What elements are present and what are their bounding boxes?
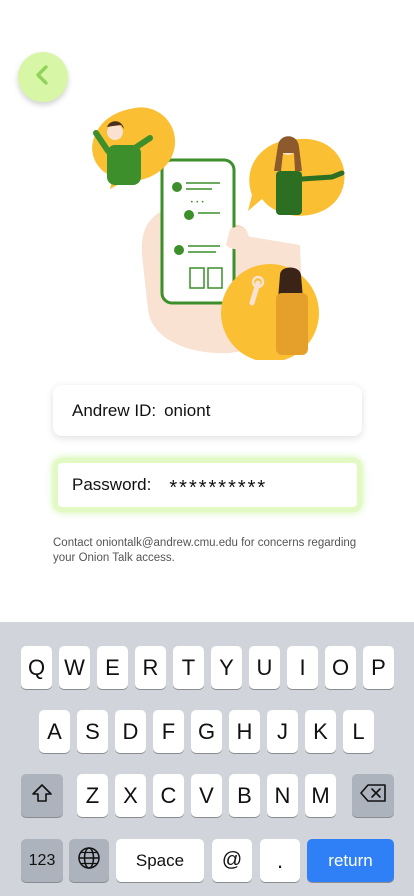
key-p[interactable]: P (363, 646, 394, 689)
key-f[interactable]: F (153, 710, 184, 753)
key-l[interactable]: L (343, 710, 374, 753)
svg-text:• • •: • • • (190, 199, 204, 206)
key-k[interactable]: K (305, 710, 336, 753)
key-b[interactable]: B (229, 774, 260, 817)
key-i[interactable]: I (287, 646, 318, 689)
back-button[interactable] (18, 52, 68, 102)
key-n[interactable]: N (267, 774, 298, 817)
backspace-icon (359, 783, 387, 809)
key-q[interactable]: Q (21, 646, 52, 689)
numbers-key[interactable]: 123 (21, 839, 63, 882)
key-r[interactable]: R (135, 646, 166, 689)
key-t[interactable]: T (173, 646, 204, 689)
key-w[interactable]: W (59, 646, 90, 689)
andrew-id-label: Andrew ID: (72, 400, 157, 420)
key-z[interactable]: Z (77, 774, 108, 817)
key-y[interactable]: Y (211, 646, 242, 689)
shift-key[interactable] (21, 774, 63, 817)
at-key[interactable]: @ (212, 839, 252, 882)
key-h[interactable]: H (229, 710, 260, 753)
andrew-id-field[interactable]: Andrew ID: oniont (53, 385, 362, 436)
chevron-left-icon (32, 64, 54, 91)
key-d[interactable]: D (115, 710, 146, 753)
key-c[interactable]: C (153, 774, 184, 817)
key-v[interactable]: V (191, 774, 222, 817)
key-s[interactable]: S (77, 710, 108, 753)
globe-key[interactable] (69, 839, 109, 882)
contact-text: Contact oniontalk@andrew.cmu.edu for con… (53, 537, 357, 564)
password-field[interactable]: Password: ********** (53, 458, 362, 512)
password-value: ********** (169, 477, 268, 499)
period-key[interactable]: . (260, 839, 300, 882)
key-j[interactable]: J (267, 710, 298, 753)
key-m[interactable]: M (305, 774, 336, 817)
shift-icon (31, 783, 53, 809)
andrew-id-value: oniont (164, 400, 211, 420)
space-key[interactable]: Space (116, 839, 204, 882)
key-u[interactable]: U (249, 646, 280, 689)
return-key[interactable]: return (307, 839, 394, 882)
key-o[interactable]: O (325, 646, 356, 689)
globe-icon (77, 846, 101, 876)
password-label: Password: (72, 475, 152, 494)
key-a[interactable]: A (39, 710, 70, 753)
key-e[interactable]: E (97, 646, 128, 689)
key-x[interactable]: X (115, 774, 146, 817)
login-illustration: • • • (80, 105, 370, 362)
keyboard: Q W E R T Y U I O P A S D F G H J K L Z … (0, 622, 414, 896)
key-g[interactable]: G (191, 710, 222, 753)
delete-key[interactable] (352, 774, 394, 817)
